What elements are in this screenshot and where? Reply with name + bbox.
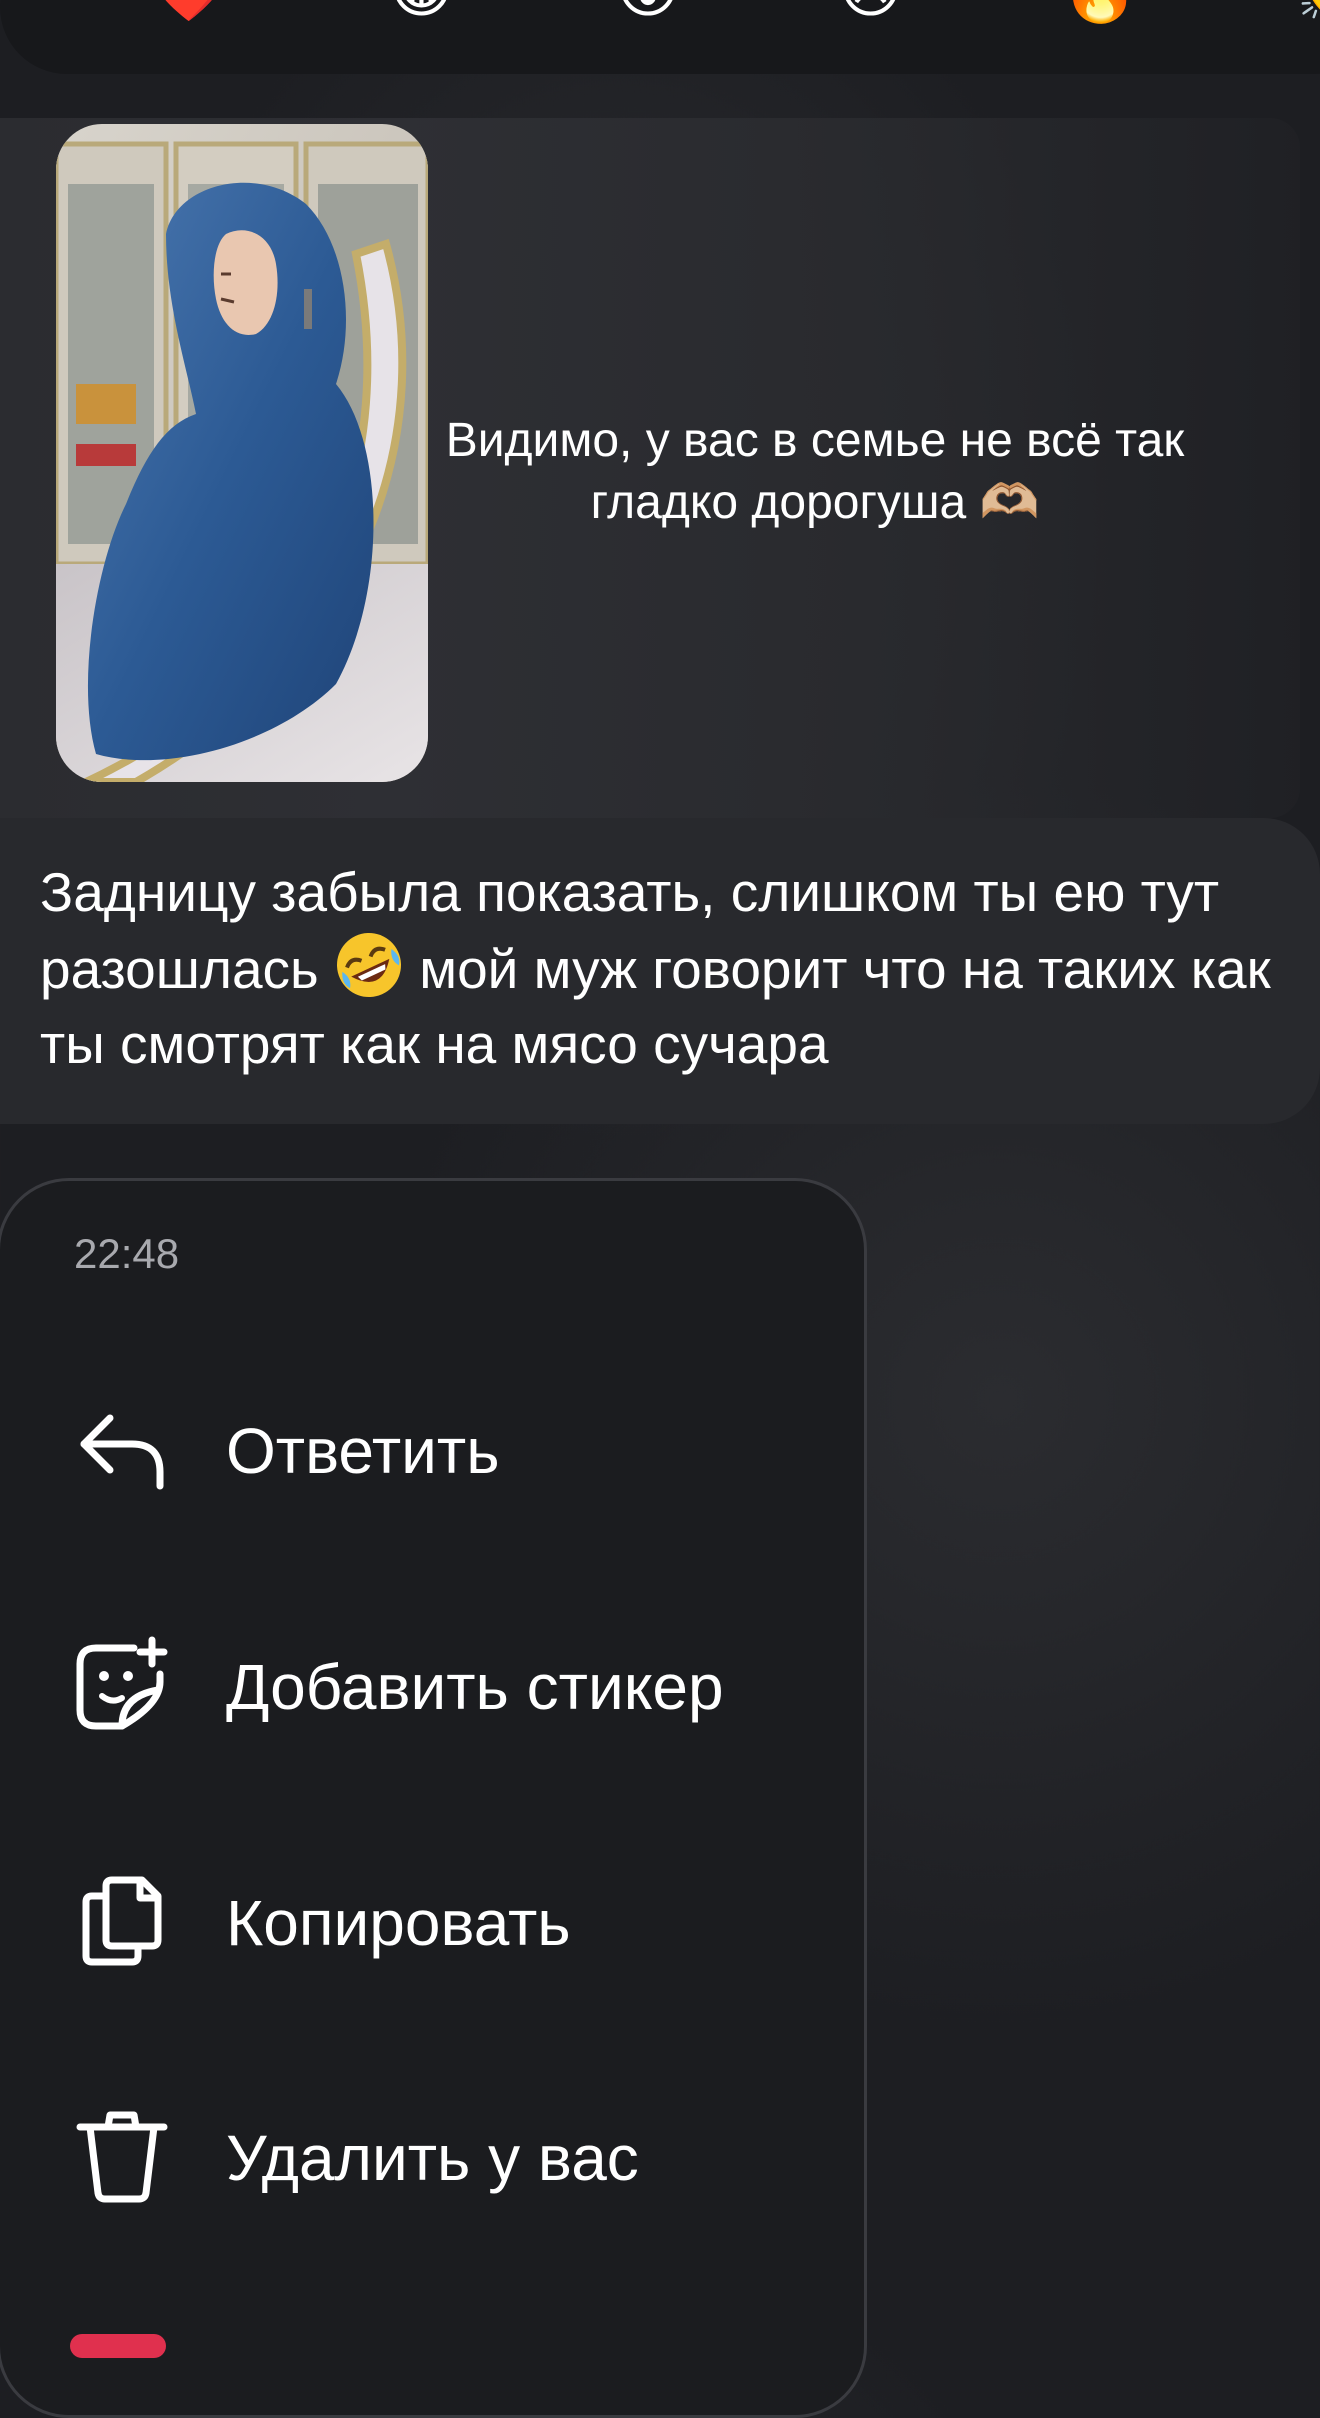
trash-icon [76,2111,168,2203]
message-timestamp: 22:48 [74,1230,180,1277]
heart-emoji-icon[interactable]: ❤️ [150,0,227,22]
next-menu-item-icon[interactable] [70,2334,166,2358]
context-menu [0,1178,867,2418]
menu-item-delete[interactable]: Удалить у вас [0,2085,860,2225]
story-reply-text: Видимо, у вас в семье не всё так гладко … [445,414,1185,529]
reply-icon [80,1414,164,1490]
menu-item-add-sticker[interactable]: Добавить стикер [0,1614,860,1754]
fire-emoji-icon[interactable]: 🔥 [1061,0,1138,22]
rolling-on-floor-laughing-emoji-icon [337,933,401,997]
sad-emoji-icon[interactable]: 😢 [838,0,903,22]
menu-item-label: Удалить у вас [226,2122,639,2194]
reaction-bar: ❤️ 😂 😮 😢 🔥 👏 [0,0,1320,74]
copy-icon [82,1876,162,1966]
clap-emoji-icon[interactable]: 👏 [1296,0,1320,22]
menu-item-label: Добавить стикер [226,1651,724,1723]
story-thumbnail[interactable] [56,124,428,782]
menu-item-label: Копировать [226,1887,571,1959]
message-text: Задницу забыла показать, слишком ты ею т… [40,855,1310,1082]
menu-item-copy[interactable]: Копировать [0,1850,860,1990]
wow-emoji-icon[interactable]: 😮 [616,0,681,22]
menu-item-label: Ответить [226,1415,500,1487]
story-image [56,124,428,782]
menu-item-reply[interactable]: Ответить [0,1378,860,1518]
laugh-emoji-icon[interactable]: 😂 [385,0,457,22]
add-sticker-icon [76,1636,168,1730]
